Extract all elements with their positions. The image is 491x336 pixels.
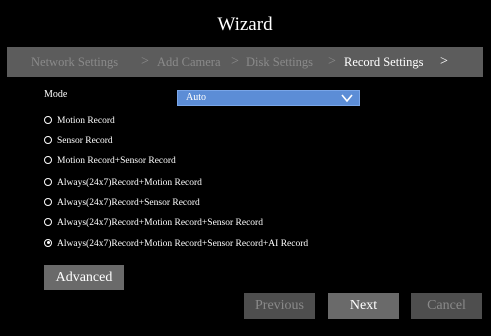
step-separator: > — [141, 54, 149, 69]
radio-sensor-record[interactable]: Sensor Record — [44, 134, 113, 148]
radio-label: Always(24x7)Record+Motion Record+Sensor … — [57, 218, 263, 228]
step-separator: > — [328, 54, 336, 69]
radio-label: Always(24x7)Record+Motion Record — [57, 178, 202, 188]
previous-button[interactable]: Previous — [244, 293, 315, 319]
radio-icon — [44, 115, 52, 124]
step-disk-settings[interactable]: Disk Settings — [246, 47, 313, 77]
radio-label: Always(24x7)Record+Sensor Record — [57, 198, 200, 208]
wizard-window: Wizard Network Settings > Add Camera > D… — [7, 6, 483, 329]
radio-icon — [44, 155, 52, 164]
step-network-settings[interactable]: Network Settings — [31, 47, 118, 77]
step-add-camera[interactable]: Add Camera — [157, 47, 221, 77]
radio-checked-icon — [44, 238, 52, 247]
chevron-down-icon — [341, 94, 353, 103]
radio-icon — [44, 177, 52, 186]
radio-label: Sensor Record — [57, 136, 113, 146]
window-title: Wizard — [217, 14, 273, 35]
mode-selected-value: Auto — [186, 92, 206, 103]
radio-label: Motion Record+Sensor Record — [57, 156, 176, 166]
radio-motion-sensor-record[interactable]: Motion Record+Sensor Record — [44, 154, 176, 168]
mode-label: Mode — [44, 89, 68, 100]
radio-always-motion-sensor-ai-record[interactable]: Always(24x7)Record+Motion Record+Sensor … — [44, 237, 308, 251]
step-separator: > — [231, 54, 239, 69]
radio-icon — [44, 135, 52, 144]
step-record-settings[interactable]: Record Settings — [344, 47, 424, 77]
radio-icon — [44, 197, 52, 206]
step-next-arrow: > — [440, 54, 448, 69]
radio-always-motion-sensor-record[interactable]: Always(24x7)Record+Motion Record+Sensor … — [44, 216, 263, 230]
radio-label: Motion Record — [57, 116, 115, 126]
radio-icon — [44, 217, 52, 226]
advanced-button[interactable]: Advanced — [44, 265, 124, 290]
radio-always-motion-record[interactable]: Always(24x7)Record+Motion Record — [44, 176, 202, 190]
radio-always-sensor-record[interactable]: Always(24x7)Record+Sensor Record — [44, 196, 200, 210]
cancel-button[interactable]: Cancel — [411, 293, 482, 319]
radio-label: Always(24x7)Record+Motion Record+Sensor … — [57, 239, 309, 249]
wizard-steps-bar: Network Settings > Add Camera > Disk Set… — [7, 47, 483, 77]
next-button[interactable]: Next — [328, 293, 399, 319]
mode-dropdown[interactable]: Auto — [177, 90, 360, 106]
radio-motion-record[interactable]: Motion Record — [44, 114, 115, 128]
